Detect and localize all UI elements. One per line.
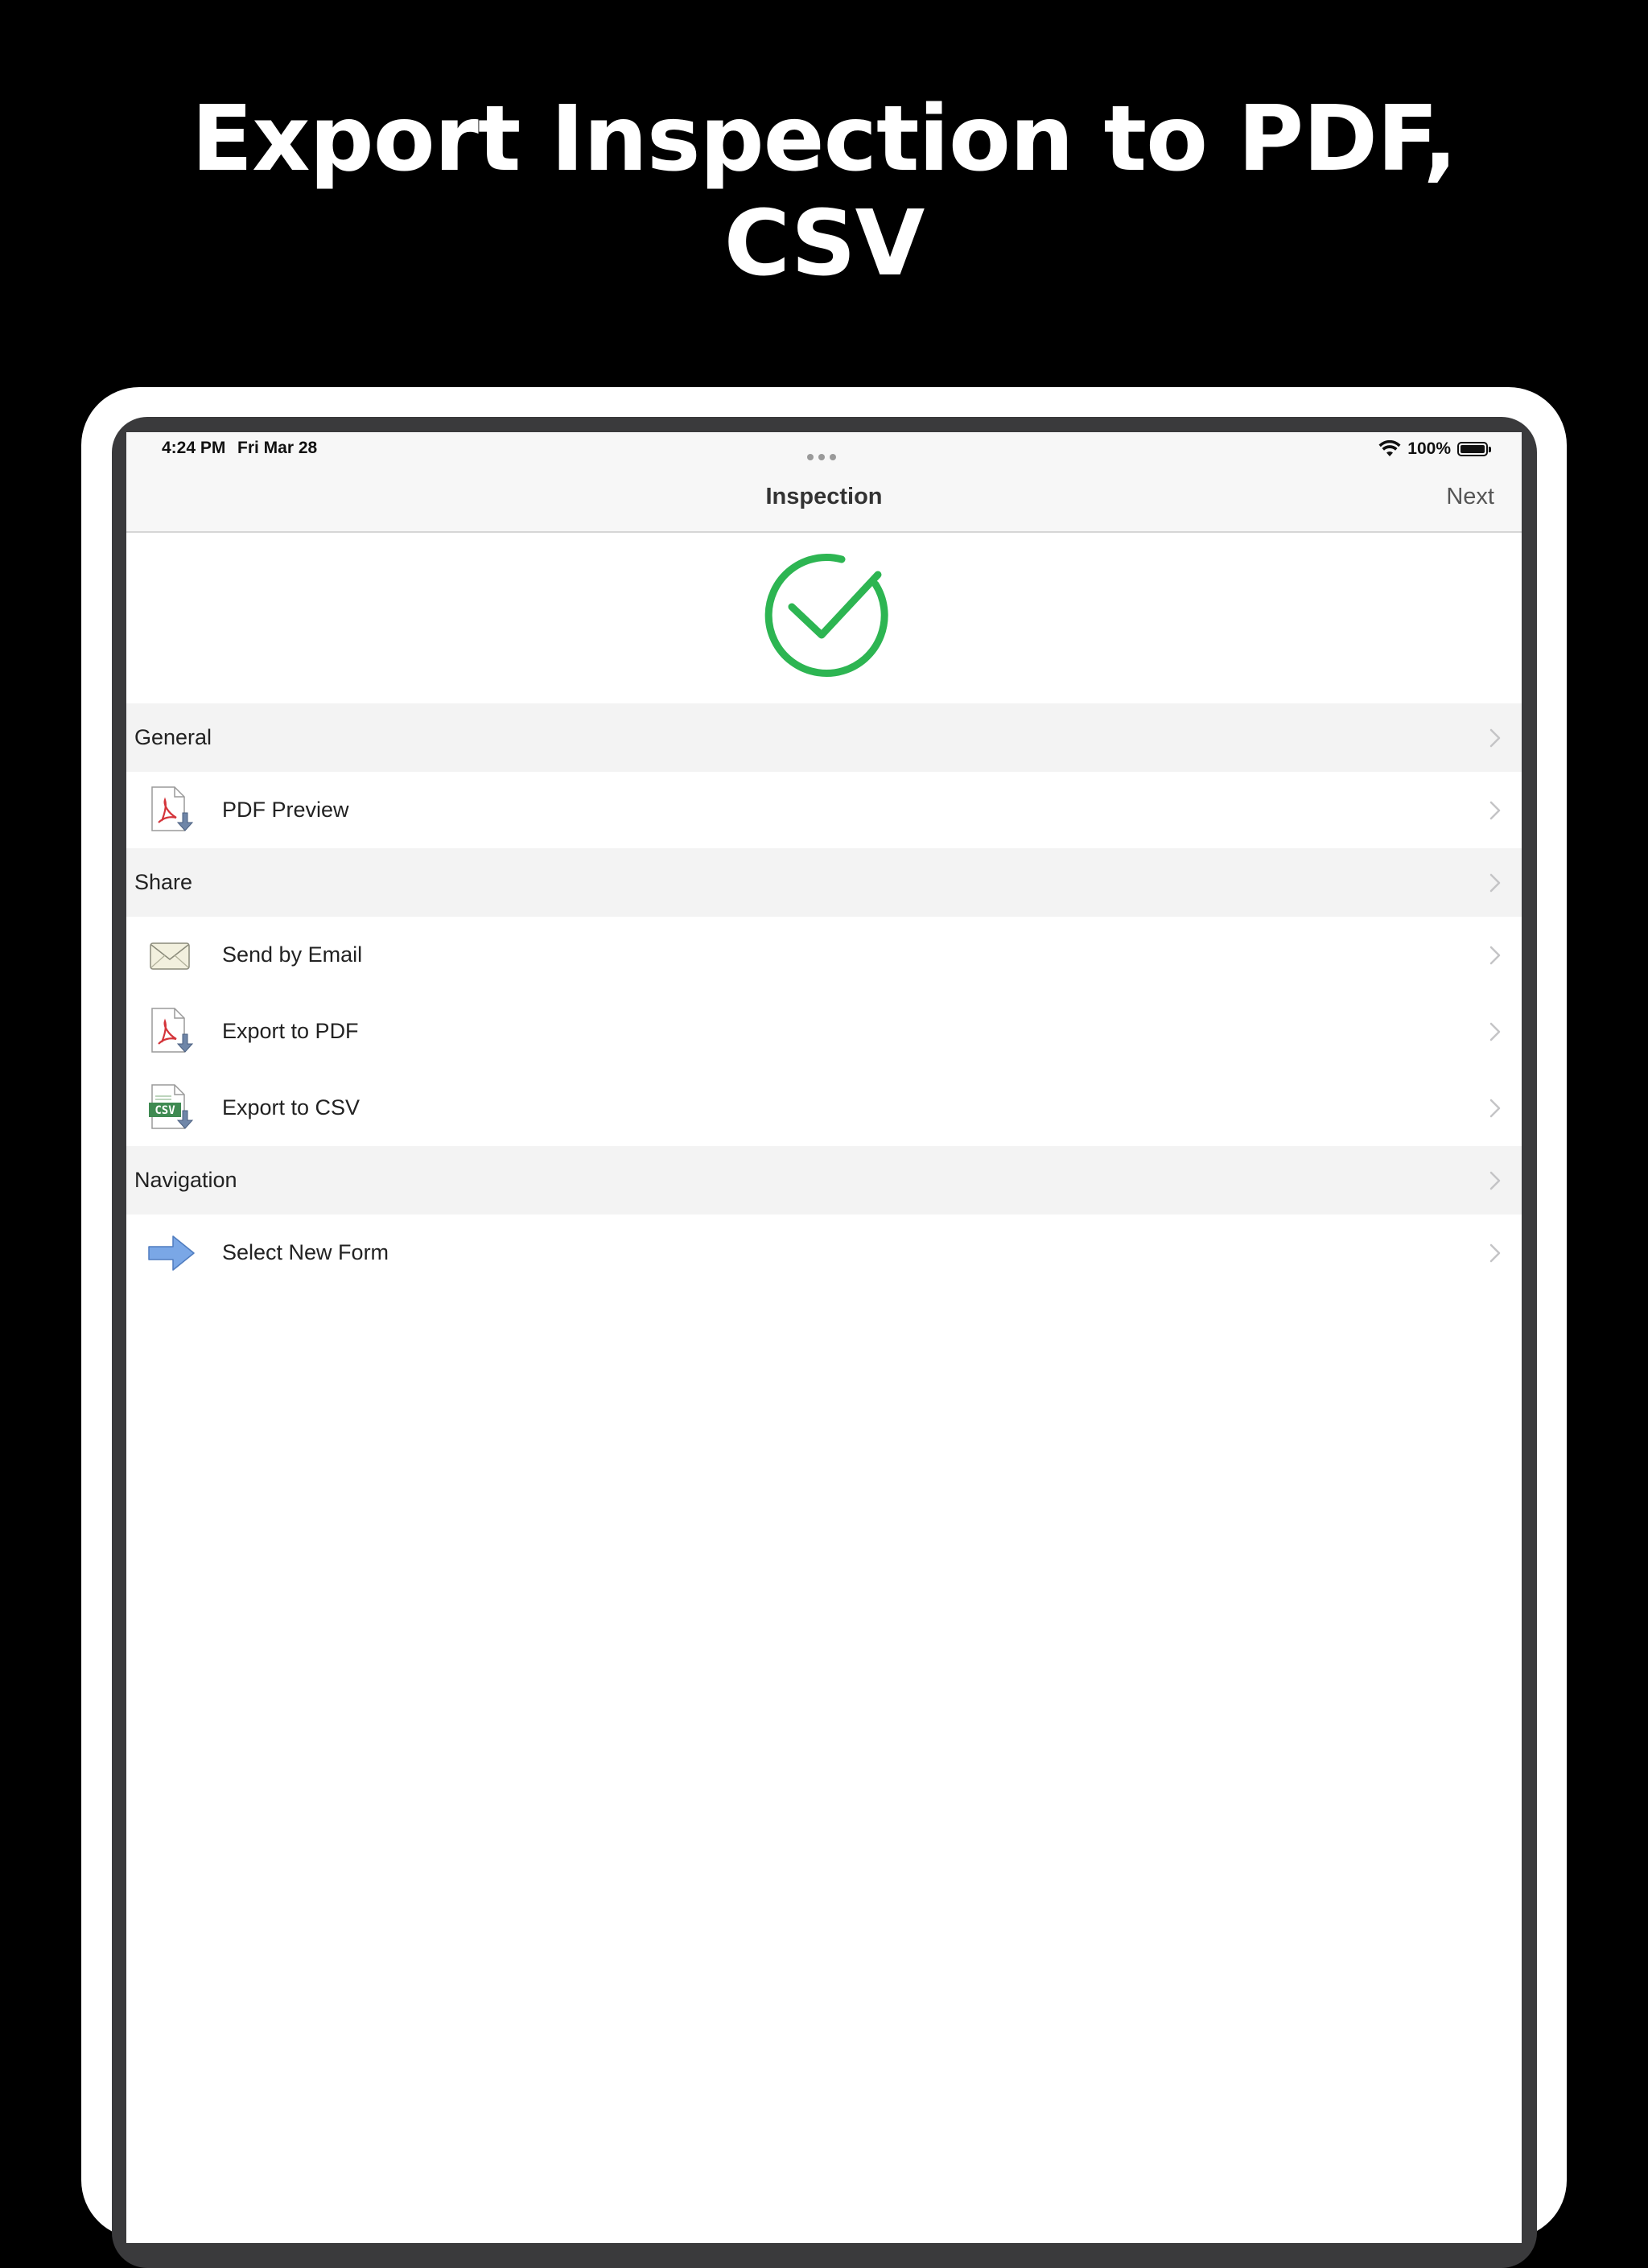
headline-line-1: Export Inspection to PDF, (191, 87, 1457, 192)
status-date: Fri Mar 28 (237, 439, 318, 457)
row-label: Export to CSV (222, 1095, 360, 1120)
device-screen: 4:24 PM Fri Mar 28 100% Inspection Next … (126, 432, 1522, 2243)
status-indicators: 100% (1378, 437, 1491, 461)
section-label: Navigation (134, 1168, 237, 1192)
chevron-right-icon (1489, 728, 1501, 748)
section-header-general[interactable]: General (126, 703, 1522, 772)
next-button[interactable]: Next (1446, 484, 1494, 510)
checkmark-circle-icon (764, 554, 888, 677)
chevron-right-icon (1489, 946, 1501, 965)
completion-banner (126, 533, 1522, 703)
row-label: Export to PDF (222, 1019, 359, 1043)
row-label: Select New Form (222, 1240, 389, 1264)
csv-download-icon: CSV (149, 1084, 194, 1129)
row-label: Send by Email (222, 942, 363, 967)
battery-icon (1457, 442, 1491, 456)
multitasking-dots-icon[interactable] (807, 446, 841, 460)
row-label: PDF Preview (222, 798, 349, 822)
row-send-by-email[interactable]: Send by Email (126, 917, 1522, 993)
section-label: General (134, 725, 212, 749)
chevron-right-icon (1489, 1022, 1501, 1041)
section-label: Share (134, 870, 193, 894)
section-header-navigation[interactable]: Navigation (126, 1146, 1522, 1214)
row-export-to-csv[interactable]: CSV Export to CSV (126, 1070, 1522, 1146)
row-select-new-form[interactable]: Select New Form (126, 1214, 1522, 1291)
csv-badge-text: CSV (154, 1104, 175, 1117)
status-time: 4:24 PM (162, 439, 226, 457)
pdf-download-icon (151, 786, 194, 831)
chevron-right-icon (1489, 873, 1501, 893)
section-header-share[interactable]: Share (126, 848, 1522, 917)
chevron-right-icon (1489, 1099, 1501, 1118)
headline-line-2: CSV (723, 192, 925, 296)
navigation-bar: Inspection Next (126, 466, 1522, 533)
headline: Export Inspection to PDF, CSV (0, 87, 1648, 296)
right-arrow-icon (148, 1235, 195, 1271)
row-pdf-preview[interactable]: PDF Preview (126, 772, 1522, 848)
row-export-to-pdf[interactable]: Export to PDF (126, 993, 1522, 1070)
status-bar: 4:24 PM Fri Mar 28 100% (126, 432, 1522, 466)
nav-title: Inspection (765, 484, 883, 509)
wifi-icon (1378, 440, 1401, 456)
chevron-right-icon (1489, 801, 1501, 820)
chevron-right-icon (1489, 1171, 1501, 1190)
battery-percentage: 100% (1407, 439, 1451, 458)
pdf-download-icon (151, 1008, 194, 1053)
chevron-right-icon (1489, 1243, 1501, 1263)
envelope-icon (150, 942, 190, 970)
